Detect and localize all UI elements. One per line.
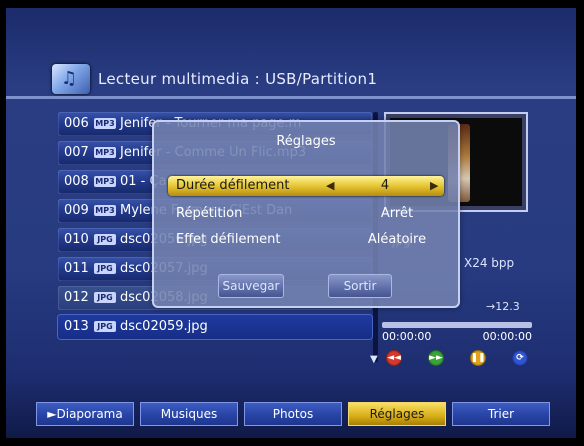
- blue-key-icon[interactable]: ⟳: [512, 350, 528, 366]
- media-player-screen: ♫ Lecteur multimedia : USB/Partition1 00…: [6, 8, 576, 438]
- file-number: 007: [64, 145, 89, 160]
- setting-scroll-effect[interactable]: Effet défilement Aléatoire: [168, 230, 444, 250]
- scroll-down-arrow-icon: ▼: [370, 354, 378, 365]
- title-bar: ♫ Lecteur multimedia : USB/Partition1: [52, 64, 472, 94]
- file-number: 008: [64, 174, 89, 189]
- header-divider: [6, 96, 576, 99]
- page-title: Lecteur multimedia : USB/Partition1: [98, 70, 378, 88]
- mp3-badge-icon: MP3: [94, 205, 116, 216]
- jpg-badge-icon: JPG: [94, 263, 116, 274]
- mp3-badge-icon: MP3: [94, 118, 116, 129]
- setting-value: Arrêt: [380, 206, 414, 221]
- jpg-badge-icon: JPG: [94, 321, 116, 332]
- save-button[interactable]: Sauvegar: [218, 274, 284, 298]
- file-number: 012: [64, 290, 89, 305]
- file-number: 006: [64, 116, 89, 131]
- bottom-menu: ►Diaporama Musiques Photos Réglages Trie…: [36, 402, 556, 426]
- red-key-icon[interactable]: ◄◄: [386, 350, 402, 366]
- file-row-selected[interactable]: 013 JPG dsc02059.jpg: [58, 315, 372, 339]
- jpg-badge-icon: JPG: [94, 292, 116, 303]
- image-resolution: X24 bpp: [464, 256, 515, 270]
- progress-bar[interactable]: [382, 322, 532, 328]
- file-name: dsc02059.jpg: [120, 319, 208, 334]
- setting-value: 4: [380, 178, 390, 193]
- menu-sort[interactable]: Trier: [452, 402, 550, 426]
- file-number: 009: [64, 203, 89, 218]
- elapsed-time: 00:00:00: [382, 330, 432, 343]
- playback-panel: 00:00:00 00:00:00 ◄◄ ►► ❚❚ ⟳: [382, 320, 534, 374]
- menu-settings[interactable]: Réglages: [348, 402, 446, 426]
- mp3-badge-icon: MP3: [94, 147, 116, 158]
- setting-value: Aléatoire: [367, 232, 427, 247]
- setting-repeat[interactable]: Répétition Arrêt: [168, 204, 444, 224]
- music-folder-icon: ♫: [52, 64, 90, 94]
- jpg-badge-icon: JPG: [94, 234, 116, 245]
- mp3-badge-icon: MP3: [94, 176, 116, 187]
- menu-music[interactable]: Musiques: [140, 402, 238, 426]
- setting-label: Durée défilement: [176, 178, 290, 193]
- setting-label: Effet défilement: [176, 232, 281, 247]
- settings-dialog: Réglages Durée défilement ◀ 4 ▶ Répétiti…: [152, 120, 460, 308]
- exit-button[interactable]: Sortir: [328, 274, 392, 298]
- file-number: 013: [64, 319, 89, 334]
- total-time: 00:00:00: [482, 330, 532, 343]
- setting-scroll-duration[interactable]: Durée défilement ◀ 4 ▶: [168, 176, 444, 196]
- file-number: 010: [64, 232, 89, 247]
- dialog-title: Réglages: [276, 134, 336, 149]
- green-key-icon[interactable]: ►►: [428, 350, 444, 366]
- menu-photos[interactable]: Photos: [244, 402, 342, 426]
- setting-label: Répétition: [176, 206, 243, 221]
- left-arrow-icon[interactable]: ◀: [326, 176, 334, 196]
- menu-slideshow[interactable]: ►Diaporama: [36, 402, 134, 426]
- right-arrow-icon[interactable]: ▶: [430, 176, 438, 196]
- yellow-key-icon[interactable]: ❚❚: [470, 350, 486, 366]
- file-number: 011: [64, 261, 89, 276]
- page-indicator: →12.3: [486, 300, 520, 313]
